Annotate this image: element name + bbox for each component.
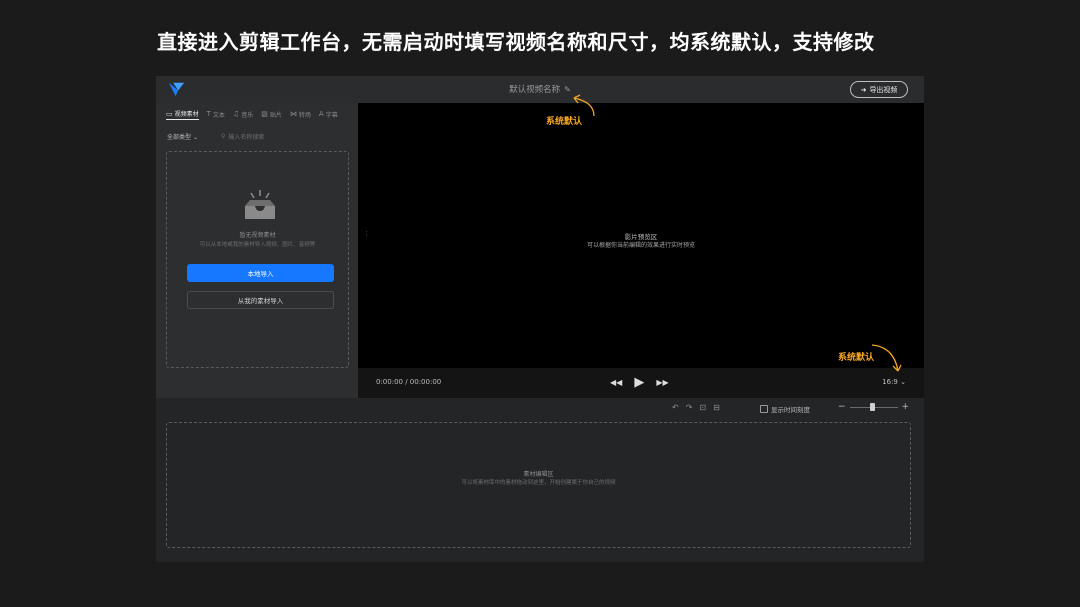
timeline-drop-zone[interactable]: 素材编辑区 可以将素材库中的素材拖动到这里，开始创建属于你自己的视频 <box>166 422 911 548</box>
top-bar: 默认视频名称 ✎ ➜ 导出视频 <box>156 76 924 103</box>
edit-zone-subtitle: 可以将素材库中的素材拖动到这里，开始创建属于你自己的视频 <box>461 480 616 486</box>
project-name[interactable]: 默认视频名称 ✎ <box>156 83 924 95</box>
timecode: 0:00:00 / 00:00:00 <box>376 378 442 386</box>
player-controls: 0:00:00 / 00:00:00 ◀◀ ▶ ▶▶ 16:9 ⌄ <box>358 368 924 398</box>
tab-sticker[interactable]: ▨ 贴片 <box>261 108 282 120</box>
tab-video-label: 视频素材 <box>174 111 199 118</box>
preview-subtitle: 可以根据你当前编辑的效果进行实时预览 <box>586 242 695 249</box>
empty-subtitle: 可以从本地或我的素材导入视频、图片、音频等 <box>199 242 316 248</box>
empty-title: 暂无视频素材 <box>239 232 276 239</box>
zoom-out-icon[interactable]: − <box>838 402 846 412</box>
tab-sticker-label: 贴片 <box>269 111 282 119</box>
type-filter-dropdown[interactable]: 全部类型 ⌄ <box>167 132 198 141</box>
aspect-ratio-select[interactable]: 16:9 ⌄ <box>882 378 906 386</box>
rewind-icon[interactable]: ◀◀ <box>610 378 622 387</box>
delete-icon[interactable]: ⊟ <box>713 403 720 412</box>
undo-icon[interactable]: ↶ <box>672 403 679 412</box>
zoom-in-icon[interactable]: + <box>902 402 910 412</box>
annotation-label-1: 系统默认 <box>546 117 583 127</box>
crop-icon[interactable]: ⊡ <box>699 403 706 412</box>
zoom-control: − + <box>838 402 909 412</box>
tab-video[interactable]: ▭ 视频素材 <box>166 108 199 120</box>
material-search-input[interactable]: ⚲ 输入名称搜索 <box>221 132 264 141</box>
text-icon: T <box>206 110 211 118</box>
playback-controls: ◀◀ ▶ ▶▶ <box>610 375 669 390</box>
annotation-arrow-2 <box>871 344 902 372</box>
edit-zone-title: 素材编辑区 <box>523 471 554 478</box>
image-icon: ▨ <box>261 110 268 118</box>
edit-pencil-icon[interactable]: ✎ <box>564 85 571 94</box>
slide-title: 直接进入剪辑工作台，无需启动时填写视频名称和尺寸，均系统默认，支持修改 <box>157 30 875 54</box>
arrow-right-icon: ➜ <box>860 85 867 94</box>
fast-forward-icon[interactable]: ▶▶ <box>656 378 668 387</box>
transition-icon: ⋈ <box>289 110 297 118</box>
video-folder-icon: ▭ <box>166 109 173 118</box>
search-icon: ⚲ <box>221 133 226 140</box>
tab-transition-label: 转场 <box>298 111 311 119</box>
play-icon[interactable]: ▶ <box>634 375 644 390</box>
show-time-scale-label: 显示时间刻度 <box>771 406 810 414</box>
project-name-text[interactable]: 默认视频名称 <box>509 85 560 95</box>
material-drop-zone[interactable]: 暂无视频素材 可以从本地或我的素材导入视频、图片、音频等 本地导入 从我的素材导… <box>166 151 349 368</box>
search-placeholder: 输入名称搜索 <box>228 134 265 141</box>
redo-icon[interactable]: ↷ <box>686 403 693 412</box>
tab-subtitle[interactable]: A 字幕 <box>319 108 338 120</box>
export-video-button[interactable]: ➜ 导出视频 <box>850 81 908 98</box>
checkbox[interactable] <box>760 405 768 413</box>
type-filter-label: 全部类型 <box>167 134 192 141</box>
chevron-down-icon: ⌄ <box>900 378 906 386</box>
music-icon: ♫ <box>232 110 240 118</box>
export-video-label: 导出视频 <box>869 85 898 94</box>
tab-text[interactable]: T 文本 <box>207 108 225 120</box>
material-tabs: ▭ 视频素材 T 文本 ♫ 音乐 ▨ 贴片 ⋈ 转场 A 字幕 <box>166 108 338 120</box>
tab-subtitle-label: 字幕 <box>325 111 338 119</box>
timeline-toolbar: ↶ ↷ ⊡ ⊟ <box>672 403 720 412</box>
chevron-down-icon: ⌄ <box>192 134 198 141</box>
annotation-label-2: 系统默认 <box>838 353 875 363</box>
local-import-button[interactable]: 本地导入 <box>187 264 334 282</box>
aspect-ratio-value: 16:9 <box>882 378 898 386</box>
timeline-panel: ↶ ↷ ⊡ ⊟ 显示时间刻度 − + 素材编辑区 可以将素材库中的素材拖动到这里… <box>156 398 924 562</box>
subtitle-icon: A <box>318 110 324 118</box>
tab-transition[interactable]: ⋈ 转场 <box>290 108 311 120</box>
show-time-scale-checkbox[interactable]: 显示时间刻度 <box>760 404 810 414</box>
zoom-slider[interactable] <box>849 402 898 411</box>
tab-text-label: 文本 <box>212 111 225 119</box>
zoom-slider-thumb[interactable] <box>869 402 875 411</box>
editor-window: 默认视频名称 ✎ ➜ 导出视频 ▭ 视频素材 T 文本 ♫ 音乐 ▨ 贴片 ⋈ … <box>156 76 924 562</box>
material-panel: ▭ 视频素材 T 文本 ♫ 音乐 ▨ 贴片 ⋈ 转场 A 字幕 全部类型 ⌄ ⚲… <box>156 103 358 398</box>
tab-music[interactable]: ♫ 音乐 <box>233 108 253 120</box>
video-preview-area: ⋮ 影片预览区 可以根据你当前编辑的效果进行实时预览 <box>358 103 924 368</box>
library-import-button[interactable]: 从我的素材导入 <box>187 291 334 309</box>
empty-inbox-icon <box>245 190 275 219</box>
tab-music-label: 音乐 <box>241 111 254 119</box>
